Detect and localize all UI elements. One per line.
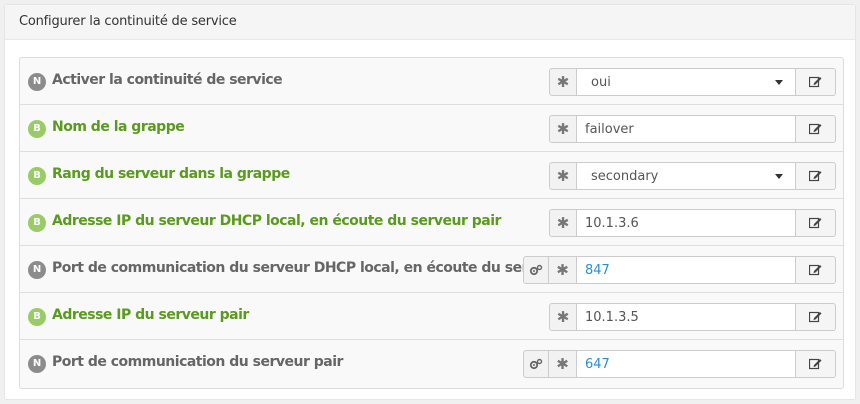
row-ip-dhcp-local: B Adresse IP du serveur DHCP local, en é… [20, 199, 843, 246]
field-label: Port de communication du serveur DHCP lo… [52, 260, 596, 276]
field-label: Adresse IP du serveur DHCP local, en éco… [52, 213, 501, 229]
field-label: Adresse IP du serveur pair [52, 307, 249, 323]
row-port-pair: N Port de communication du serveur pair … [20, 340, 843, 387]
asterisk-icon: ✱ [549, 303, 577, 331]
row-port-dhcp-local: N Port de communication du serveur DHCP … [20, 246, 843, 293]
input-group: ✱ failover [549, 115, 836, 143]
select-group: ✱ oui [549, 68, 836, 96]
ip-pair-input[interactable]: 10.1.3.5 [577, 303, 796, 331]
mode-badge: B [28, 167, 46, 185]
mode-badge: N [28, 355, 46, 373]
config-panel: Configurer la continuité de service N Ac… [4, 4, 856, 400]
mode-badge: B [28, 308, 46, 326]
edit-icon [809, 311, 822, 323]
caret-down-icon [775, 79, 783, 85]
edit-button[interactable] [796, 256, 836, 284]
edit-button[interactable] [796, 209, 836, 237]
row-ip-pair: B Adresse IP du serveur pair ✱ 10.1.3.5 [20, 293, 843, 340]
asterisk-icon: ✱ [549, 256, 577, 284]
caret-down-icon [775, 173, 783, 179]
edit-button[interactable] [796, 162, 836, 190]
edit-button[interactable] [796, 68, 836, 96]
nom-grappe-input[interactable]: failover [577, 115, 796, 143]
row-nom-grappe: B Nom de la grappe ✱ failover [20, 105, 843, 152]
input-group: ✱ 647 [523, 350, 836, 378]
edit-icon [809, 76, 822, 88]
port-dhcp-local-input[interactable]: 847 [577, 256, 796, 284]
gears-glyph [529, 264, 543, 276]
gears-glyph [529, 358, 543, 370]
input-group: ✱ 10.1.3.6 [549, 209, 836, 237]
row-rang-serveur: B Rang du serveur dans la grappe ✱ secon… [20, 152, 843, 199]
edit-icon [809, 170, 822, 182]
edit-button[interactable] [796, 350, 836, 378]
edit-button[interactable] [796, 303, 836, 331]
panel-title: Configurer la continuité de service [5, 5, 855, 40]
input-group: ✱ 847 [523, 256, 836, 284]
field-label: Port de communication du serveur pair [52, 354, 343, 370]
asterisk-icon: ✱ [549, 162, 577, 190]
edit-icon [809, 264, 822, 276]
gears-icon[interactable] [523, 256, 549, 284]
mode-badge: B [28, 120, 46, 138]
edit-button[interactable] [796, 115, 836, 143]
select-value: oui [591, 74, 611, 90]
edit-icon [809, 358, 822, 370]
port-pair-input[interactable]: 647 [577, 350, 796, 378]
mode-badge: N [28, 73, 46, 91]
ip-dhcp-local-input[interactable]: 10.1.3.6 [577, 209, 796, 237]
select-value: secondary [591, 168, 659, 184]
asterisk-icon: ✱ [549, 68, 577, 96]
mode-badge: B [28, 214, 46, 232]
input-group: ✱ 10.1.3.5 [549, 303, 836, 331]
mode-badge: N [28, 261, 46, 279]
edit-icon [809, 217, 822, 229]
asterisk-icon: ✱ [549, 115, 577, 143]
edit-icon [809, 123, 822, 135]
form-container: N Activer la continuité de service ✱ oui… [19, 57, 844, 389]
rang-serveur-select[interactable]: secondary [577, 162, 796, 190]
field-label: Rang du serveur dans la grappe [52, 166, 290, 182]
gears-icon[interactable] [523, 350, 549, 378]
field-label: Activer la continuité de service [52, 72, 283, 88]
asterisk-icon: ✱ [549, 350, 577, 378]
activer-continuite-select[interactable]: oui [577, 68, 796, 96]
asterisk-icon: ✱ [549, 209, 577, 237]
field-label: Nom de la grappe [52, 119, 185, 135]
row-activer-continuite: N Activer la continuité de service ✱ oui [20, 58, 843, 105]
select-group: ✱ secondary [549, 162, 836, 190]
